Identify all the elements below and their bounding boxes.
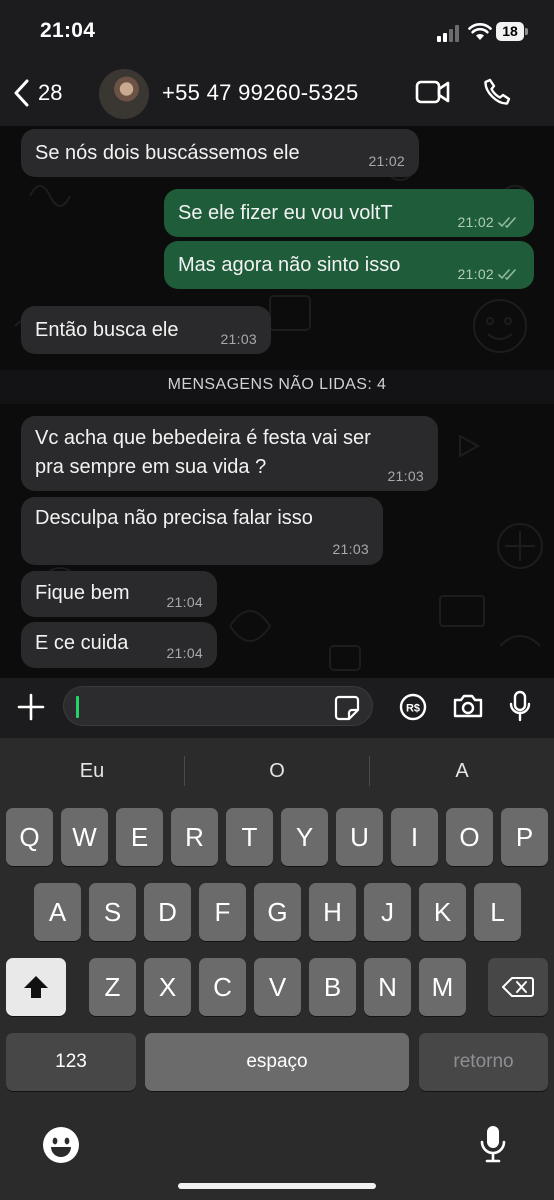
key-k[interactable]: K [419,883,466,941]
key-b[interactable]: B [309,958,356,1016]
key-s[interactable]: S [89,883,136,941]
space-key[interactable]: espaço [145,1033,409,1091]
on-screen-keyboard: Eu O A Q W E R T Y U I O P A S D F G H J… [0,738,554,1200]
video-call-icon[interactable] [415,79,451,105]
battery-level: 18 [496,22,524,41]
message-time: 21:03 [220,331,257,347]
message-time: 21:03 [387,468,424,484]
key-x[interactable]: X [144,958,191,1016]
shift-key[interactable] [6,958,66,1016]
suggestion-2[interactable]: O [185,752,369,790]
message-incoming[interactable]: Vc acha que bebedeira é festa vai ser pr… [21,416,438,491]
microphone-icon[interactable] [509,690,531,722]
key-t[interactable]: T [226,808,273,866]
key-y[interactable]: Y [281,808,328,866]
back-button[interactable]: 28 [14,78,62,108]
message-text: Desculpa não precisa falar isso [35,507,313,529]
return-key[interactable]: retorno [419,1033,548,1091]
key-l[interactable]: L [474,883,521,941]
key-u[interactable]: U [336,808,383,866]
backspace-icon [502,977,534,997]
contact-name[interactable]: +55 47 99260-5325 [162,80,359,106]
camera-icon[interactable] [452,693,484,719]
message-input[interactable] [63,686,373,726]
message-text: Fique bem [35,582,130,604]
message-outgoing[interactable]: Se ele fizer eu vou voltT 21:02 [164,189,534,237]
phone-call-icon[interactable] [482,77,512,107]
home-indicator[interactable] [178,1183,376,1189]
key-j[interactable]: J [364,883,411,941]
message-time: 21:02 [457,214,494,230]
payment-icon[interactable]: R$ [399,693,427,721]
key-m[interactable]: M [419,958,466,1016]
message-time: 21:04 [166,594,203,610]
message-composer: R$ [0,678,554,738]
status-time: 21:04 [40,19,96,42]
status-bar: 21:04 18 [0,0,554,60]
read-receipt-icon [498,269,516,280]
key-p[interactable]: P [501,808,548,866]
key-a[interactable]: A [34,883,81,941]
key-h[interactable]: H [309,883,356,941]
message-text: Se ele fizer eu vou voltT [178,202,393,224]
message-outgoing[interactable]: Mas agora não sinto isso 21:02 [164,241,534,289]
contact-avatar[interactable] [99,69,149,119]
message-incoming[interactable]: Desculpa não precisa falar isso 21:03 [21,497,383,565]
message-incoming[interactable]: E ce cuida 21:04 [21,622,217,668]
message-text: E ce cuida [35,632,129,654]
key-v[interactable]: V [254,958,301,1016]
unread-messages-label: MENSAGENS NÃO LIDAS: 4 [167,376,387,393]
read-receipt-icon [498,217,516,228]
dictation-mic-icon[interactable] [480,1124,506,1164]
svg-text:R$: R$ [406,703,420,715]
battery-icon: 18 [496,22,528,41]
suggestion-3[interactable]: A [370,752,554,790]
key-i[interactable]: I [391,808,438,866]
emoji-icon[interactable] [42,1126,80,1164]
key-o[interactable]: O [446,808,493,866]
message-time: 21:03 [332,541,369,557]
key-c[interactable]: C [199,958,246,1016]
message-incoming[interactable]: Se nós dois buscássemos ele 21:02 [21,129,419,177]
message-time: 21:02 [368,153,405,169]
delete-key[interactable] [488,958,548,1016]
message-text: Mas agora não sinto isso [178,254,401,276]
message-text-line: Vc acha que bebedeira é festa vai ser [35,427,371,449]
wifi-icon [468,23,492,40]
message-incoming[interactable]: Fique bem 21:04 [21,571,217,617]
message-time: 21:04 [166,645,203,661]
message-text: Então busca ele [35,319,179,341]
key-e[interactable]: E [116,808,163,866]
cellular-signal-icon [437,25,461,42]
message-list[interactable]: Se nós dois buscássemos ele 21:02 Se ele… [0,126,554,678]
key-n[interactable]: N [364,958,411,1016]
unread-chats-count: 28 [38,80,63,105]
key-w[interactable]: W [61,808,108,866]
shift-arrow-icon [24,976,48,998]
key-g[interactable]: G [254,883,301,941]
unread-messages-divider: MENSAGENS NÃO LIDAS: 4 [0,370,554,404]
chevron-left-icon [14,79,29,107]
message-text: Se nós dois buscássemos ele [35,142,300,164]
key-d[interactable]: D [144,883,191,941]
key-f[interactable]: F [199,883,246,941]
message-incoming[interactable]: Então busca ele 21:03 [21,306,271,354]
key-r[interactable]: R [171,808,218,866]
suggestion-1[interactable]: Eu [0,752,184,790]
plus-icon[interactable] [16,692,46,722]
message-time: 21:02 [457,266,494,282]
sticker-icon[interactable] [334,695,360,721]
key-z[interactable]: Z [89,958,136,1016]
text-caret [76,696,79,718]
chat-header: 28 +55 47 99260-5325 [0,60,554,126]
message-text-line: pra sempre em sua vida ? [35,456,267,478]
numbers-key[interactable]: 123 [6,1033,136,1091]
key-q[interactable]: Q [6,808,53,866]
